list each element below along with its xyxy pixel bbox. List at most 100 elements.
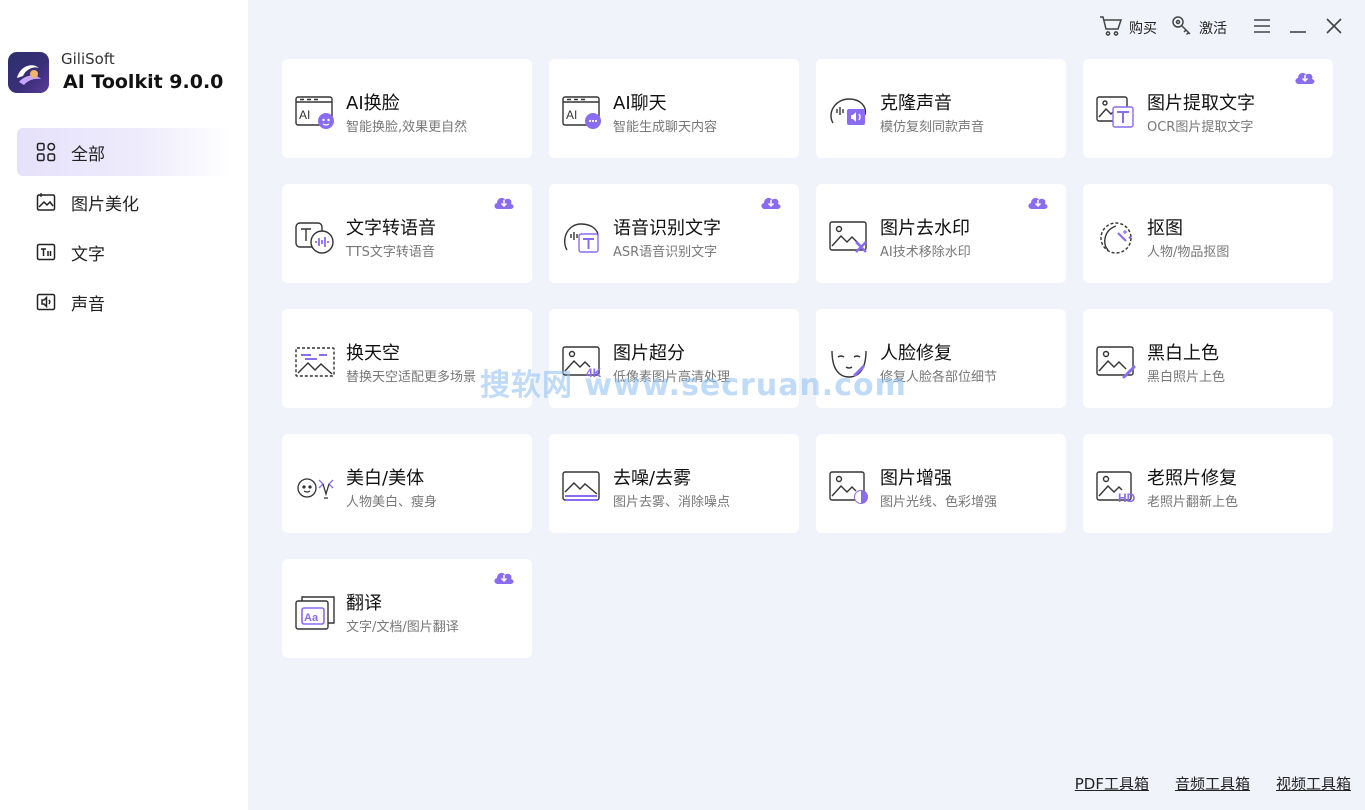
tool-desc: 人物美白、瘦身 xyxy=(346,495,438,510)
tool-card-enhance[interactable]: 图片增强 图片光线、色彩增强 xyxy=(816,434,1066,533)
company-name: GiliSoft xyxy=(61,50,115,68)
sidebar-nav: 全部 图片美化 文字 声音 xyxy=(17,128,232,328)
svg-text:AI: AI xyxy=(566,108,577,122)
sidebar-item-label: 全部 xyxy=(71,144,105,165)
close-button[interactable] xyxy=(1321,15,1347,41)
tool-card-face-restore[interactable]: 人脸修复 修复人脸各部位细节 xyxy=(816,309,1066,408)
minimize-icon xyxy=(1289,19,1307,38)
tts-icon xyxy=(295,220,337,256)
tool-title: 图片超分 xyxy=(613,343,685,364)
tool-desc: 模仿复刻同款声音 xyxy=(880,120,985,135)
tool-title: 人脸修复 xyxy=(880,343,952,364)
audio-toolbox-link[interactable]: 音频工具箱 xyxy=(1175,773,1250,794)
title-bar: 购买 激活 xyxy=(1085,14,1347,42)
tool-desc: 文字/文档/图片翻译 xyxy=(346,620,459,635)
tool-title: AI聊天 xyxy=(613,93,667,114)
sidebar-item-sound[interactable]: 声音 xyxy=(17,278,232,326)
tool-title: 抠图 xyxy=(1147,218,1183,239)
tool-desc: OCR图片提取文字 xyxy=(1147,120,1254,135)
tool-card-ai-chat[interactable]: AI AI聊天 智能生成聊天内容 xyxy=(549,59,799,158)
sidebar-item-text[interactable]: 文字 xyxy=(17,228,232,276)
activate-button[interactable]: 激活 xyxy=(1171,15,1227,41)
tool-title: 图片提取文字 xyxy=(1147,93,1255,114)
buy-button[interactable]: 购买 xyxy=(1099,15,1157,41)
key-icon xyxy=(1171,15,1193,41)
hamburger-icon xyxy=(1253,18,1271,38)
tool-card-asr[interactable]: 语音识别文字 ASR语音识别文字 xyxy=(549,184,799,283)
translate-icon: Aa xyxy=(295,595,337,631)
sidebar-item-image-beautify[interactable]: 图片美化 xyxy=(17,178,232,226)
cloud-download-icon xyxy=(1294,69,1316,85)
colorize-icon xyxy=(1096,345,1138,381)
sidebar: GiliSoft AI Toolkit 9.0.0 全部 图片美化 文字 声音 xyxy=(0,0,248,810)
tool-card-voice-clone[interactable]: 克隆声音 模仿复刻同款声音 xyxy=(816,59,1066,158)
tool-desc: 智能换脸,效果更自然 xyxy=(346,120,468,135)
tool-card-old-photo[interactable]: HD 老照片修复 老照片翻新上色 xyxy=(1083,434,1333,533)
tool-card-upscale[interactable]: 4K 图片超分 低像素图片高清处理 xyxy=(549,309,799,408)
ai-chat-icon: AI xyxy=(562,95,604,131)
pdf-toolbox-link[interactable]: PDF工具箱 xyxy=(1075,773,1149,794)
tool-desc: 低像素图片高清处理 xyxy=(613,370,731,385)
tool-card-translate[interactable]: Aa 翻译 文字/文档/图片翻译 xyxy=(282,559,532,658)
tool-card-sky-replace[interactable]: 换天空 替换天空适配更多场景 xyxy=(282,309,532,408)
beauty-icon xyxy=(295,470,337,506)
tool-card-colorize[interactable]: 黑白上色 黑白照片上色 xyxy=(1083,309,1333,408)
sidebar-item-label: 声音 xyxy=(71,294,105,315)
tool-title: 老照片修复 xyxy=(1147,468,1237,489)
tool-title: 去噪/去雾 xyxy=(613,468,692,489)
svg-text:4K: 4K xyxy=(586,366,602,380)
tool-card-ai-face-swap[interactable]: AI AI换脸 智能换脸,效果更自然 xyxy=(282,59,532,158)
upscale-4k-icon: 4K xyxy=(562,345,604,381)
tool-title: 换天空 xyxy=(346,343,400,364)
tool-desc: 老照片翻新上色 xyxy=(1147,495,1239,510)
tool-desc: 人物/物品抠图 xyxy=(1147,245,1230,260)
svg-text:Aa: Aa xyxy=(304,612,319,624)
menu-button[interactable] xyxy=(1249,15,1275,41)
tool-desc: 黑白照片上色 xyxy=(1147,370,1226,385)
cutout-icon xyxy=(1096,220,1138,256)
tool-title: 语音识别文字 xyxy=(613,218,721,239)
cloud-download-icon xyxy=(760,194,782,210)
watermark-remove-icon xyxy=(829,220,871,256)
tool-title: 美白/美体 xyxy=(346,468,425,489)
enhance-icon xyxy=(829,470,871,506)
tool-desc: 替换天空适配更多场景 xyxy=(346,370,477,385)
tool-card-watermark-remove[interactable]: 图片去水印 AI技术移除水印 xyxy=(816,184,1066,283)
minimize-button[interactable] xyxy=(1285,15,1311,41)
tool-card-beauty[interactable]: 美白/美体 人物美白、瘦身 xyxy=(282,434,532,533)
text-icon xyxy=(35,241,57,263)
tool-desc: 图片去雾、消除噪点 xyxy=(613,495,731,510)
tool-title: 克隆声音 xyxy=(880,93,952,114)
video-toolbox-link[interactable]: 视频工具箱 xyxy=(1276,773,1351,794)
tool-desc: 图片光线、色彩增强 xyxy=(880,495,998,510)
svg-text:AI: AI xyxy=(299,108,310,122)
image-sparkle-icon xyxy=(35,191,57,213)
tool-card-denoise[interactable]: 去噪/去雾 图片去雾、消除噪点 xyxy=(549,434,799,533)
ocr-icon xyxy=(1096,95,1138,131)
face-restore-icon xyxy=(829,345,871,381)
old-photo-hd-icon: HD xyxy=(1096,470,1138,506)
tool-title: 黑白上色 xyxy=(1147,343,1219,364)
cloud-download-icon xyxy=(1027,194,1049,210)
tool-desc: ASR语音识别文字 xyxy=(613,245,718,260)
tool-title: 图片去水印 xyxy=(880,218,970,239)
app-logo xyxy=(8,51,49,93)
sidebar-item-label: 文字 xyxy=(71,244,105,265)
tool-card-tts[interactable]: 文字转语音 TTS文字转语音 xyxy=(282,184,532,283)
activate-label: 激活 xyxy=(1199,21,1227,37)
sidebar-item-label: 图片美化 xyxy=(71,194,139,215)
tool-title: AI换脸 xyxy=(346,93,400,114)
tool-desc: 修复人脸各部位细节 xyxy=(880,370,998,385)
asr-icon xyxy=(562,220,604,256)
sidebar-item-all[interactable]: 全部 xyxy=(17,128,232,176)
footer-links: PDF工具箱 音频工具箱 视频工具箱 xyxy=(1049,773,1351,794)
cloud-download-icon xyxy=(493,569,515,585)
brand: GiliSoft AI Toolkit 9.0.0 xyxy=(8,50,223,94)
denoise-icon xyxy=(562,470,604,506)
tool-card-cutout[interactable]: 抠图 人物/物品抠图 xyxy=(1083,184,1333,283)
grid-icon xyxy=(35,141,57,163)
tool-title: 文字转语音 xyxy=(346,218,436,239)
tool-card-ocr[interactable]: 图片提取文字 OCR图片提取文字 xyxy=(1083,59,1333,158)
sky-replace-icon xyxy=(295,345,337,381)
svg-text:HD: HD xyxy=(1118,491,1136,505)
